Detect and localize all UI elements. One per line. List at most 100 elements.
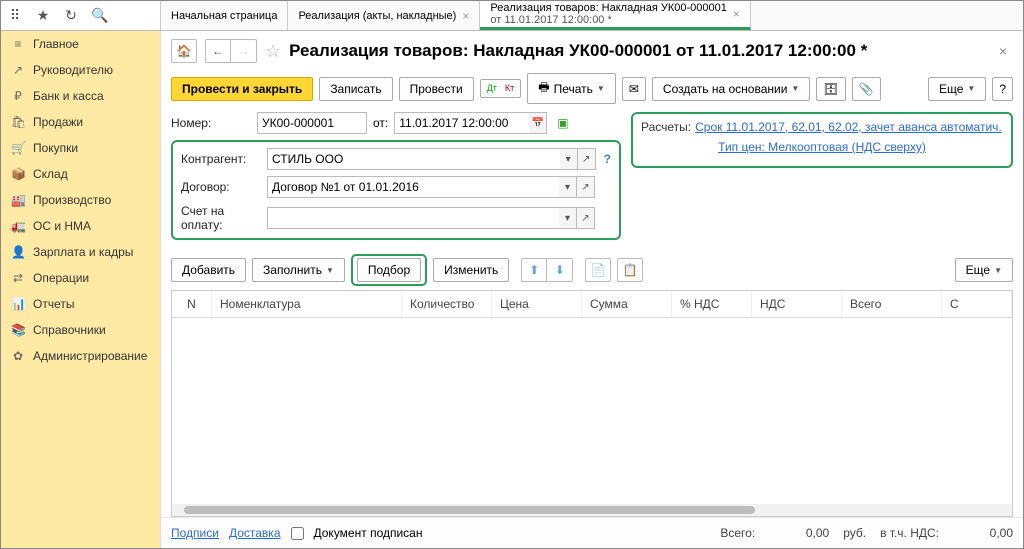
col-sum[interactable]: Сумма [582, 291, 672, 317]
dropdown-icon[interactable]: ▾ [559, 207, 577, 229]
pick-button[interactable]: Подбор [357, 258, 421, 282]
sidebar-item-bank[interactable]: ₽Банк и касса [1, 83, 160, 109]
add-button[interactable]: Добавить [171, 258, 246, 282]
sidebar-item-label: Руководителю [33, 63, 113, 77]
more-label: Еще [966, 263, 990, 277]
more-label: Еще [939, 82, 963, 96]
col-n[interactable]: N [172, 291, 212, 317]
sidebar-item-label: ОС и НМА [33, 219, 91, 233]
number-input[interactable] [257, 112, 367, 134]
attach-button[interactable]: 📎 [852, 77, 881, 101]
col-qty[interactable]: Количество [402, 291, 492, 317]
col-item[interactable]: Номенклатура [212, 291, 402, 317]
col-total[interactable]: Всего [842, 291, 942, 317]
content: 🏠 ← → ☆ Реализация товаров: Накладная УК… [161, 31, 1023, 548]
h-scrollbar[interactable] [172, 504, 1012, 516]
post-and-close-button[interactable]: Провести и закрыть [171, 77, 313, 101]
sidebar-item-label: Главное [33, 37, 79, 51]
more-button[interactable]: Еще▼ [928, 77, 986, 101]
close-icon[interactable]: × [733, 7, 740, 21]
open-icon[interactable]: ↗ [578, 148, 596, 170]
total-value: 0,00 [769, 526, 829, 540]
col-price[interactable]: Цена [492, 291, 582, 317]
home-button[interactable]: 🏠 [171, 39, 197, 63]
favorite-icon[interactable]: ☆ [265, 41, 281, 62]
settlement-link[interactable]: Срок 11.01.2017, 62.01, 62.02, зачет ава… [695, 120, 1002, 134]
col-vat[interactable]: НДС [752, 291, 842, 317]
sidebar-item-sales[interactable]: 🛍Продажи [1, 109, 160, 135]
close-icon[interactable]: × [462, 9, 469, 23]
sidebar-item-payroll[interactable]: 👤Зарплата и кадры [1, 239, 160, 265]
page-title: Реализация товаров: Накладная УК00-00000… [289, 41, 867, 61]
sidebar-item-references[interactable]: 📚 Справочники [1, 317, 160, 343]
create-based-button[interactable]: Создать на основании▼ [652, 77, 810, 101]
copy-button[interactable]: 📄 [585, 258, 611, 282]
related-button[interactable]: 🗄 [816, 77, 845, 101]
price-type-link[interactable]: Тип цен: Мелкооптовая (НДС сверху) [718, 140, 926, 154]
menu-icon: ≡ [11, 37, 25, 51]
change-button[interactable]: Изменить [433, 258, 509, 282]
apps-icon[interactable]: ⠿ [7, 7, 23, 24]
post-button[interactable]: Провести [399, 77, 474, 101]
col-vat-rate[interactable]: % НДС [672, 291, 752, 317]
mail-button[interactable]: ✉ [622, 77, 646, 101]
contragent-input[interactable] [267, 148, 560, 170]
invoice-label: Счет на оплату: [181, 204, 261, 232]
sidebar-item-manager[interactable]: ↗ Руководителю [1, 57, 160, 83]
save-button[interactable]: Записать [319, 77, 392, 101]
forward-button[interactable]: → [231, 39, 257, 63]
help-icon[interactable]: ? [604, 152, 611, 166]
dropdown-icon[interactable]: ▾ [559, 176, 577, 198]
move-up-button[interactable]: ⬆ [521, 258, 547, 282]
currency-label: руб. [843, 526, 866, 540]
sidebar-item-operations[interactable]: ⇄Операции [1, 265, 160, 291]
star-icon[interactable]: ★ [35, 7, 51, 24]
dropdown-icon[interactable]: ▾ [560, 148, 578, 170]
search-icon[interactable]: 🔍 [91, 7, 107, 24]
back-button[interactable]: ← [205, 39, 231, 63]
invoice-input[interactable] [267, 207, 559, 229]
sidebar-item-label: Производство [33, 193, 111, 207]
col-c[interactable]: С [942, 291, 1012, 317]
dt-kt-button[interactable]: ДтКт [480, 79, 522, 97]
vat-label: в т.ч. НДС: [880, 526, 939, 540]
table-body[interactable] [172, 318, 1012, 504]
close-button[interactable]: × [993, 43, 1013, 59]
calendar-icon[interactable]: 📅 [529, 112, 547, 134]
settlement-label: Расчеты: [641, 120, 691, 134]
doc-signed-checkbox[interactable] [291, 527, 304, 540]
sidebar-item-stock[interactable]: 📦Склад [1, 161, 160, 187]
signatures-link[interactable]: Подписи [171, 526, 219, 540]
date-input[interactable] [394, 112, 529, 134]
fill-button[interactable]: Заполнить▼ [252, 258, 345, 282]
sidebar-item-admin[interactable]: ✿Администрирование [1, 343, 160, 369]
sidebar-item-production[interactable]: 🏭Производство [1, 187, 160, 213]
open-icon[interactable]: ↗ [577, 176, 595, 198]
sidebar-item-purchases[interactable]: 🛒Покупки [1, 135, 160, 161]
tab-label: Реализация товаров: Накладная УК00-00000… [490, 2, 727, 14]
sidebar-item-assets[interactable]: 🚛ОС и НМА [1, 213, 160, 239]
help-button[interactable]: ? [992, 77, 1013, 101]
tab-start[interactable]: Начальная страница [161, 1, 288, 30]
sidebar-item-reports[interactable]: 📊Отчеты [1, 291, 160, 317]
chart-icon: ↗ [11, 63, 25, 77]
doc-signed-label: Документ подписан [314, 526, 423, 540]
open-icon[interactable]: ↗ [577, 207, 595, 229]
move-down-button[interactable]: ⬇ [547, 258, 573, 282]
history-icon[interactable]: ↻ [63, 7, 79, 24]
tab-document[interactable]: Реализация товаров: Накладная УК00-00000… [480, 1, 751, 30]
delivery-link[interactable]: Доставка [229, 526, 281, 540]
books-icon: 📚 [11, 323, 25, 337]
table-more-button[interactable]: Еще▼ [955, 258, 1013, 282]
tab-realization-list[interactable]: Реализация (акты, накладные) × [288, 1, 480, 30]
table-header: N Номенклатура Количество Цена Сумма % Н… [172, 291, 1012, 318]
number-label: Номер: [171, 116, 251, 130]
paste-button[interactable]: 📋 [617, 258, 643, 282]
top-bar: ⠿ ★ ↻ 🔍 Начальная страница Реализация (а… [1, 1, 1023, 31]
sidebar-item-label: Справочники [33, 323, 106, 337]
total-label: Всего: [720, 526, 755, 540]
sidebar-item-main[interactable]: ≡ Главное [1, 31, 160, 57]
contract-input[interactable] [267, 176, 559, 198]
print-button[interactable]: 🖶 Печать▼ [527, 73, 616, 104]
bag-icon: 🛍 [11, 115, 25, 129]
